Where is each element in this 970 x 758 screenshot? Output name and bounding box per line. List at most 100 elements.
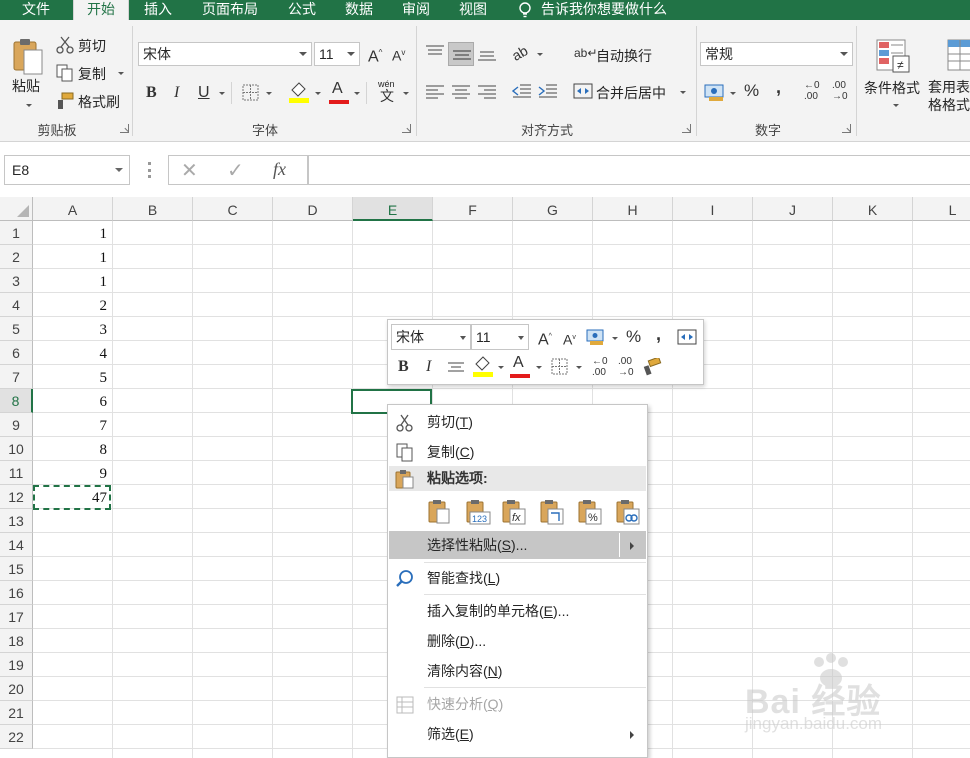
paste-formulas-icon[interactable]: fx bbox=[500, 498, 528, 526]
mini-accounting-dropdown-icon[interactable] bbox=[612, 337, 618, 340]
paste-link-icon[interactable] bbox=[614, 498, 642, 526]
cell-a5[interactable]: 3 bbox=[33, 317, 111, 341]
increase-font-size-icon[interactable]: A^ bbox=[368, 44, 382, 66]
row-header-7[interactable]: 7 bbox=[0, 365, 33, 389]
cell-a4[interactable]: 2 bbox=[33, 293, 111, 317]
phonetic-dropdown-icon[interactable] bbox=[403, 92, 409, 95]
select-all-corner[interactable] bbox=[0, 197, 33, 221]
font-name-combo[interactable]: 宋体 bbox=[138, 42, 312, 66]
mini-fill-color-icon[interactable] bbox=[472, 354, 494, 378]
menu-item-smart-lookup[interactable]: 智能查找(L) bbox=[389, 564, 646, 592]
cell-a10[interactable]: 8 bbox=[33, 437, 111, 461]
bold-icon[interactable]: B bbox=[146, 84, 157, 102]
mini-percent-button[interactable]: % bbox=[626, 328, 641, 346]
menu-item-cut[interactable]: 剪切(T) bbox=[389, 408, 646, 436]
accounting-format-icon[interactable] bbox=[704, 82, 726, 102]
borders-icon[interactable] bbox=[242, 84, 260, 102]
mini-format-painter-icon[interactable] bbox=[642, 358, 662, 376]
tab-insert[interactable]: 插入 bbox=[136, 0, 180, 20]
format-painter-button[interactable]: 格式刷 bbox=[78, 92, 120, 112]
paste-button[interactable]: 粘贴 bbox=[12, 76, 40, 96]
align-bottom-icon[interactable] bbox=[477, 44, 497, 62]
copy-dropdown-icon[interactable] bbox=[118, 72, 124, 75]
align-top-icon[interactable] bbox=[425, 44, 445, 60]
row-header-3[interactable]: 3 bbox=[0, 269, 33, 293]
row-header-11[interactable]: 11 bbox=[0, 461, 33, 485]
menu-item-delete[interactable]: 删除(D)... bbox=[389, 627, 646, 655]
cell-a9[interactable]: 7 bbox=[33, 413, 111, 437]
menu-item-clear-contents[interactable]: 清除内容(N) bbox=[389, 657, 646, 685]
paste-dropdown-icon[interactable] bbox=[26, 104, 32, 107]
paste-transpose-icon[interactable] bbox=[538, 498, 566, 526]
clipboard-launcher-icon[interactable] bbox=[120, 124, 129, 133]
copy-button[interactable]: 复制 bbox=[78, 64, 106, 84]
tab-page-layout[interactable]: 页面布局 bbox=[193, 0, 267, 20]
tell-me-search[interactable]: 告诉我你想要做什么 bbox=[516, 0, 667, 20]
underline-dropdown-icon[interactable] bbox=[219, 92, 225, 95]
tab-formulas[interactable]: 公式 bbox=[280, 0, 324, 20]
accounting-dropdown-icon[interactable] bbox=[730, 92, 736, 95]
row-header-4[interactable]: 4 bbox=[0, 293, 33, 317]
alignment-launcher-icon[interactable] bbox=[682, 124, 691, 133]
conditional-formatting-button[interactable]: 条件格式 bbox=[864, 78, 920, 98]
row-header-18[interactable]: 18 bbox=[0, 629, 33, 653]
decrease-decimal-icon[interactable]: .00 →0 bbox=[832, 80, 848, 102]
number-launcher-icon[interactable] bbox=[842, 124, 851, 133]
column-header-f[interactable]: F bbox=[433, 197, 513, 221]
row-header-17[interactable]: 17 bbox=[0, 605, 33, 629]
row-header-14[interactable]: 14 bbox=[0, 533, 33, 557]
column-header-k[interactable]: K bbox=[833, 197, 913, 221]
tab-view[interactable]: 视图 bbox=[451, 0, 495, 20]
font-color-dropdown-icon[interactable] bbox=[354, 92, 360, 95]
paste-values-icon[interactable]: 123 bbox=[464, 498, 492, 526]
mini-increase-decimal-icon[interactable]: ←0.00 bbox=[592, 356, 608, 378]
row-header-5[interactable]: 5 bbox=[0, 317, 33, 341]
mini-comma-button[interactable]: , bbox=[656, 325, 661, 343]
cell-a1[interactable]: 1 bbox=[33, 221, 111, 245]
row-header-2[interactable]: 2 bbox=[0, 245, 33, 269]
row-header-8[interactable]: 8 bbox=[0, 389, 33, 413]
row-header-9[interactable]: 9 bbox=[0, 413, 33, 437]
mini-bold-icon[interactable]: B bbox=[398, 358, 409, 376]
phonetic-guide-icon[interactable]: 文 bbox=[380, 87, 394, 105]
borders-dropdown-icon[interactable] bbox=[266, 92, 272, 95]
row-header-20[interactable]: 20 bbox=[0, 677, 33, 701]
column-header-a[interactable]: A bbox=[33, 197, 113, 221]
paste-icon[interactable] bbox=[12, 36, 44, 76]
increase-indent-icon[interactable] bbox=[538, 83, 558, 101]
column-header-l[interactable]: L bbox=[913, 197, 970, 221]
insert-function-icon[interactable]: fx bbox=[273, 159, 286, 180]
mini-accounting-icon[interactable] bbox=[586, 328, 606, 346]
menu-item-insert-copied-cells[interactable]: 插入复制的单元格(E)... bbox=[389, 597, 646, 625]
formula-bar-grip[interactable] bbox=[148, 162, 151, 178]
merge-center-button[interactable]: 合并后居中 bbox=[596, 83, 666, 103]
cell-a8[interactable]: 6 bbox=[33, 389, 111, 413]
cell-a2[interactable]: 1 bbox=[33, 245, 111, 269]
cut-button[interactable]: 剪切 bbox=[78, 36, 106, 56]
merge-dropdown-icon[interactable] bbox=[680, 91, 686, 94]
row-header-6[interactable]: 6 bbox=[0, 341, 33, 365]
mini-decrease-font-icon[interactable]: Av bbox=[563, 329, 576, 349]
mini-font-size-combo[interactable]: 11 bbox=[471, 324, 529, 350]
font-color-icon[interactable]: A bbox=[332, 80, 343, 98]
column-header-h[interactable]: H bbox=[593, 197, 673, 221]
align-center-icon[interactable] bbox=[451, 84, 471, 100]
column-header-d[interactable]: D bbox=[273, 197, 353, 221]
row-header-12[interactable]: 12 bbox=[0, 485, 33, 509]
fill-color-icon[interactable] bbox=[288, 80, 310, 104]
decrease-font-size-icon[interactable]: Av bbox=[392, 44, 405, 65]
mini-font-color-dropdown-icon[interactable] bbox=[536, 366, 542, 369]
cell-a11[interactable]: 9 bbox=[33, 461, 111, 485]
paste-icon[interactable] bbox=[426, 498, 454, 526]
mini-borders-dropdown-icon[interactable] bbox=[576, 366, 582, 369]
row-header-16[interactable]: 16 bbox=[0, 581, 33, 605]
cell-a7[interactable]: 5 bbox=[33, 365, 111, 389]
menu-item-filter[interactable]: 筛选(E) bbox=[389, 720, 646, 748]
column-header-i[interactable]: I bbox=[673, 197, 753, 221]
cell-a6[interactable]: 4 bbox=[33, 341, 111, 365]
align-right-icon[interactable] bbox=[477, 84, 497, 100]
paste-formatting-icon[interactable]: % bbox=[576, 498, 604, 526]
row-header-19[interactable]: 19 bbox=[0, 653, 33, 677]
tab-file[interactable]: 文件 bbox=[10, 0, 62, 20]
comma-style-button[interactable]: , bbox=[776, 78, 781, 96]
